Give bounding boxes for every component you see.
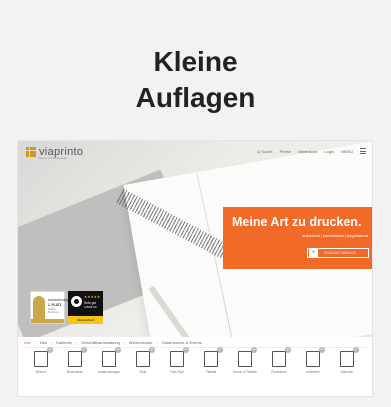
logo-tagline: Meine Art zu drucken — [39, 156, 68, 160]
add-icon: + — [319, 347, 325, 353]
category-label: Bücher — [35, 370, 47, 374]
award-line-3: Online-Druckerei — [48, 308, 60, 314]
choose-product-label: PRODUKT WÄHLEN — [324, 251, 356, 255]
tab-business[interactable]: Geschäftsausstattung — [81, 340, 120, 345]
category-posters[interactable]: + Plakate — [196, 347, 226, 374]
divider — [24, 347, 368, 348]
plus-icon: + — [309, 249, 318, 257]
banner-subtitle: individuell | komfortabel | begeisternd — [302, 233, 368, 238]
top-nav: Q Suche Preise Warenkorb Login MENU — [257, 148, 366, 154]
printout-icon: + — [102, 347, 121, 367]
heading-line-1: Kleine — [153, 46, 238, 77]
tab-advertising[interactable]: Werbedrucke — [129, 340, 153, 345]
category-list: + Bücher + Broschüren + Ausdruckungen + Flye… — [18, 347, 372, 395]
tab-all[interactable]: Alle — [24, 340, 31, 345]
category-label: Aufkleber — [306, 370, 320, 374]
category-label: Falz-Flyer — [169, 370, 185, 374]
category-label: Ausdruckungen — [97, 370, 121, 374]
award-bar — [31, 319, 64, 323]
trusted-e-icon — [71, 296, 82, 307]
banner-title: Meine Art zu drucken. — [232, 215, 362, 229]
trusted-shops-badge[interactable]: ★★★★★ Sehr gut 4.89/5.00 Käuferschutz — [68, 291, 103, 324]
category-stickers[interactable]: + Aufkleber — [298, 347, 328, 374]
category-label: Postkarten — [271, 370, 287, 374]
category-books[interactable]: + Bücher — [26, 347, 56, 374]
category-calendar[interactable]: + Kalender — [332, 347, 362, 374]
award-line-1: Auszeichnung — [48, 298, 69, 302]
postcard-icon: + — [272, 347, 291, 367]
add-icon: + — [149, 347, 155, 353]
card-heading: Kleine Auflagen — [0, 44, 391, 116]
rating-stars-icon: ★★★★★ — [84, 295, 101, 299]
trusted-protection-text: Käuferschutz — [68, 316, 103, 324]
trusted-score-text: 4.89/5.00 — [84, 305, 97, 309]
award-q-icon — [33, 296, 45, 320]
nav-cart[interactable]: Warenkorb — [298, 149, 317, 154]
award-badge[interactable]: Auszeichnung 1. PLATZ Online-Druckerei — [30, 291, 69, 324]
category-label: Plakate — [205, 370, 217, 374]
category-print-posters[interactable]: + Druck- & Plakate — [230, 347, 260, 374]
nav-login[interactable]: Login — [324, 149, 334, 154]
hero-section: viaprinto Meine Art zu drucken Q Suche P… — [18, 141, 372, 337]
nav-menu[interactable]: MENU — [341, 149, 353, 154]
product-card[interactable]: Kleine Auflagen viaprinto Meine Art zu d… — [0, 0, 391, 407]
poster-icon: + — [204, 347, 223, 367]
promo-banner: Meine Art zu drucken. individuell | komf… — [223, 207, 372, 269]
hamburger-icon[interactable] — [360, 148, 366, 154]
add-icon: + — [217, 347, 223, 353]
folded-flyer-icon: + — [170, 347, 189, 367]
category-flyer[interactable]: + Flyer — [128, 347, 158, 374]
category-postcards[interactable]: + Postkarten — [264, 347, 294, 374]
add-icon: + — [251, 347, 257, 353]
add-icon: + — [285, 347, 291, 353]
add-icon: + — [115, 347, 121, 353]
category-brochures[interactable]: + Broschüren — [60, 347, 90, 374]
calendar-icon: + — [340, 347, 359, 367]
tab-new[interactable]: Neu — [40, 340, 47, 345]
sticker-icon: + — [306, 347, 325, 367]
category-section: Alle | Neu | Kalender | Geschäftsausstat… — [18, 337, 372, 396]
add-icon: + — [353, 347, 359, 353]
choose-product-button[interactable]: + PRODUKT WÄHLEN — [307, 248, 369, 258]
nav-search[interactable]: Q Suche — [257, 149, 273, 154]
heading-line-2: Auflagen — [135, 82, 256, 113]
add-icon: + — [81, 347, 87, 353]
add-icon: + — [47, 347, 53, 353]
print-poster-icon: + — [238, 347, 257, 367]
category-folded-flyer[interactable]: + Falz-Flyer — [162, 347, 192, 374]
category-label: Flyer — [139, 370, 147, 374]
category-label: Broschüren — [66, 370, 84, 374]
category-label: Kalender — [340, 370, 354, 374]
site-header: viaprinto Meine Art zu drucken Q Suche P… — [18, 141, 372, 163]
category-tabs: Alle | Neu | Kalender | Geschäftsausstat… — [24, 340, 202, 345]
book-icon: + — [34, 347, 53, 367]
category-printouts[interactable]: + Ausdruckungen — [94, 347, 124, 374]
award-line-2: 1. PLATZ — [48, 303, 62, 307]
brochure-icon: + — [68, 347, 87, 367]
website-screenshot: viaprinto Meine Art zu drucken Q Suche P… — [17, 140, 373, 397]
tab-calendar[interactable]: Kalender — [56, 340, 72, 345]
logo-mark-icon — [26, 147, 36, 157]
flyer-icon: + — [136, 347, 155, 367]
category-label: Druck- & Plakate — [233, 370, 257, 374]
nav-prices[interactable]: Preise — [280, 149, 291, 154]
add-icon: + — [183, 347, 189, 353]
tab-gastronomy[interactable]: Gastronomie & Events — [162, 340, 202, 345]
